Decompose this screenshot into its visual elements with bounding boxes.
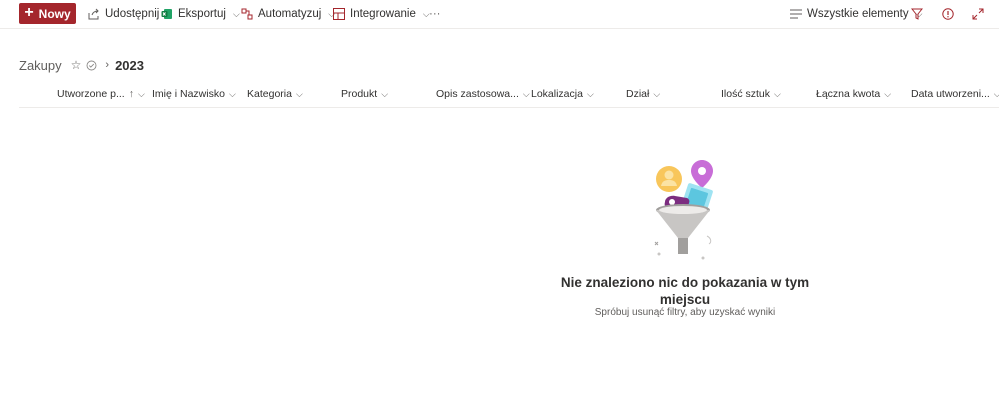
view-label: Wszystkie elementy xyxy=(807,8,909,20)
header-divider xyxy=(19,107,999,108)
chevron-down-icon: ⌵ xyxy=(381,88,389,99)
column-label: Produkt xyxy=(341,88,378,100)
column-header-quantity[interactable]: Ilość sztuk ⌵ xyxy=(721,86,781,102)
chevron-down-icon: ⌵ xyxy=(884,88,892,99)
column-header-name[interactable]: Imię i Nazwisko ⌵ xyxy=(152,86,236,102)
command-bar: + Nowy Udostępnij Eksportuj ⌵ Automatyzu… xyxy=(0,0,999,28)
integrate-label: Integrowanie xyxy=(350,8,416,20)
filter-button[interactable] xyxy=(911,4,923,24)
expand-icon xyxy=(972,8,984,20)
chevron-down-icon: ⌵ xyxy=(232,8,240,19)
breadcrumb-root[interactable]: Zakupy xyxy=(19,58,62,73)
column-header-description[interactable]: Opis zastosowa... ⌵ xyxy=(436,86,530,102)
view-selector[interactable]: Wszystkie elementy ⌵ xyxy=(790,4,922,24)
empty-state-title: Nie znaleziono nic do pokazania w tym mi… xyxy=(560,275,810,307)
breadcrumb-chevron-icon: › xyxy=(105,59,110,71)
share-button[interactable]: Udostępnij xyxy=(88,4,159,24)
sort-ascending-icon: ↑ xyxy=(128,88,134,100)
chevron-down-icon: ⌵ xyxy=(522,88,530,99)
export-button[interactable]: Eksportuj ⌵ xyxy=(161,4,240,24)
column-header-department[interactable]: Dział ⌵ xyxy=(626,86,660,102)
integrate-button[interactable]: Integrowanie ⌵ xyxy=(333,4,430,24)
column-label: Ilość sztuk xyxy=(721,88,771,100)
more-button[interactable]: ··· xyxy=(429,4,441,24)
chevron-down-icon: ⌵ xyxy=(653,88,661,99)
column-header-category[interactable]: Kategoria ⌵ xyxy=(247,86,303,102)
integrate-icon xyxy=(333,8,345,20)
export-label: Eksportuj xyxy=(178,8,226,20)
chevron-down-icon: ⌵ xyxy=(295,88,303,99)
chevron-down-icon: ⌵ xyxy=(137,88,145,99)
automate-icon xyxy=(241,8,253,20)
more-icon: ··· xyxy=(429,8,441,20)
share-icon xyxy=(88,8,99,20)
column-label: Dział xyxy=(626,88,650,100)
column-header-created-date[interactable]: Data utworzeni... ⌵ xyxy=(911,86,999,102)
sync-status-icon xyxy=(86,60,97,70)
new-button[interactable]: + Nowy xyxy=(19,3,76,24)
chevron-down-icon: ⌵ xyxy=(586,88,594,99)
breadcrumb: Zakupy ☆ › 2023 xyxy=(19,56,144,74)
column-header-total-amount[interactable]: Łączna kwota ⌵ xyxy=(816,86,891,102)
chevron-down-icon: ⌵ xyxy=(228,88,236,99)
column-label: Łączna kwota xyxy=(816,88,881,100)
command-bar-divider xyxy=(0,28,999,29)
expand-button[interactable] xyxy=(972,4,984,24)
chevron-down-icon: ⌵ xyxy=(774,88,781,99)
column-label: Data utworzeni... xyxy=(911,88,990,100)
share-label: Udostępnij xyxy=(105,8,160,20)
empty-state-subtitle: Spróbuj usunąć filtry, aby uzyskać wynik… xyxy=(594,307,776,318)
chevron-down-icon: ⌵ xyxy=(993,88,999,99)
column-header-created[interactable]: Utworzone p... ↑ ⌵ xyxy=(57,86,145,102)
info-icon xyxy=(942,8,954,20)
list-view-icon xyxy=(790,9,802,19)
column-label: Lokalizacja xyxy=(531,88,583,100)
column-header-location[interactable]: Lokalizacja ⌵ xyxy=(531,86,594,102)
column-header-product[interactable]: Produkt ⌵ xyxy=(341,86,388,102)
info-button[interactable] xyxy=(942,4,954,24)
column-label: Kategoria xyxy=(247,88,292,100)
breadcrumb-current: 2023 xyxy=(115,57,144,73)
column-label: Opis zastosowa... xyxy=(436,88,519,100)
automate-button[interactable]: Automatyzuj ⌵ xyxy=(241,4,335,24)
favorite-star-icon[interactable]: ☆ xyxy=(71,58,82,72)
automate-label: Automatyzuj xyxy=(258,8,322,20)
plus-icon: + xyxy=(24,4,34,21)
empty-funnel-illustration xyxy=(654,160,713,260)
column-label: Imię i Nazwisko xyxy=(152,88,225,100)
new-button-label: Nowy xyxy=(38,6,71,21)
column-label: Utworzone p... xyxy=(57,88,125,100)
filter-icon xyxy=(911,8,923,20)
excel-icon xyxy=(161,9,172,19)
